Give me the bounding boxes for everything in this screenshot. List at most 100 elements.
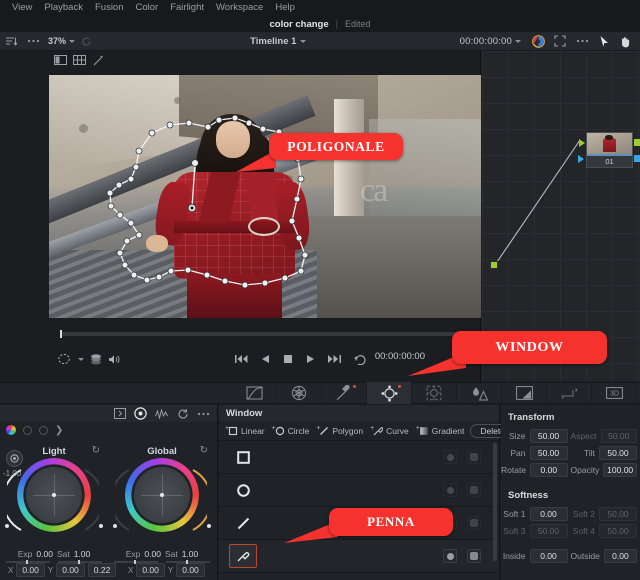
node-key-output-port[interactable] (634, 155, 640, 162)
global-sat-value[interactable]: 1.00 (182, 549, 199, 559)
light-x-value[interactable]: 0.00 (16, 563, 45, 577)
grid-view-icon[interactable] (71, 53, 88, 67)
toolbar-more-options-icon[interactable] (22, 32, 44, 51)
global-wheel-control[interactable] (113, 458, 211, 532)
chevron-right-icon[interactable]: ❯ (55, 425, 63, 436)
soft2-value[interactable]: 50.00 (599, 506, 637, 521)
window-list-scrollbar[interactable] (493, 443, 497, 561)
node-output-port[interactable] (634, 139, 640, 146)
split-screen-icon[interactable] (52, 53, 69, 67)
reset-grade-icon[interactable] (173, 406, 192, 421)
mask-enable-toggle[interactable] (467, 549, 481, 563)
light-wheel-control[interactable] (5, 458, 103, 532)
light-y-value[interactable]: 0.00 (56, 563, 85, 577)
menu-item-help[interactable]: Help (269, 0, 301, 16)
wheels-mode-icon[interactable] (6, 425, 16, 435)
menu-item-view[interactable]: View (6, 0, 38, 16)
inside-value[interactable]: 0.00 (529, 548, 568, 563)
reset-light-wheel-icon[interactable]: ↻ (92, 445, 100, 456)
scrubber-track[interactable] (60, 330, 470, 338)
tracker-tool-icon[interactable] (412, 382, 457, 404)
aspect-value[interactable]: 50.00 (600, 428, 637, 443)
light-exp-slider[interactable] (6, 560, 50, 564)
volume-icon[interactable] (108, 354, 121, 365)
global-exp-slider[interactable] (114, 560, 158, 564)
jump-to-start-button[interactable] (235, 354, 248, 364)
global-wheel-knob-right[interactable] (207, 524, 211, 528)
menu-item-workspace[interactable]: Workspace (210, 0, 269, 16)
add-gradient-window-button[interactable]: + Gradient (415, 425, 469, 437)
polygon-mask-overlay[interactable] (49, 75, 481, 318)
fullscreen-icon[interactable] (549, 32, 571, 51)
size-value[interactable]: 50.00 (529, 428, 568, 443)
stack-layers-icon[interactable] (90, 353, 102, 365)
global-sat-slider[interactable] (166, 560, 210, 564)
playhead-handle[interactable] (60, 330, 62, 338)
key-tool-icon[interactable] (502, 382, 547, 404)
opacity-value[interactable]: 100.00 (603, 462, 637, 477)
color-panel-more-icon[interactable] (194, 406, 213, 421)
toolbar-timecode[interactable]: 00:00:00:00 (460, 36, 512, 47)
tilt-value[interactable]: 50.00 (599, 445, 637, 460)
node-01[interactable]: 01 (586, 132, 633, 168)
sort-order-icon[interactable] (0, 32, 22, 51)
waveform-icon[interactable] (152, 406, 171, 421)
circle-icon[interactable] (229, 478, 257, 502)
viewer-mode-icon[interactable] (58, 353, 72, 365)
global-x-value[interactable]: 0.00 (136, 563, 165, 577)
global-y-value[interactable]: 0.00 (176, 563, 205, 577)
pen-icon[interactable] (229, 544, 257, 568)
square-icon[interactable] (229, 445, 257, 469)
reset-global-wheel-icon[interactable]: ↻ (200, 445, 208, 456)
primary-wheels-icon[interactable] (131, 406, 150, 421)
add-linear-window-button[interactable]: + Linear (224, 425, 269, 437)
zoom-level-dropdown[interactable]: 37% (48, 36, 76, 46)
rotate-value[interactable]: 0.00 (530, 462, 568, 477)
light-sat-slider[interactable] (58, 560, 102, 564)
add-polygon-window-button[interactable]: + Polygon (315, 425, 367, 437)
viewer-image[interactable]: ca (49, 75, 481, 318)
add-curve-window-button[interactable]: + Curve (369, 425, 413, 437)
loop-button[interactable] (354, 354, 367, 365)
window-row-linear[interactable] (219, 441, 499, 474)
timeline-selector[interactable]: Timeline 1 (97, 36, 460, 47)
window-row-circle[interactable] (219, 474, 499, 507)
soft1-value[interactable]: 0.00 (529, 506, 568, 521)
soft4-value[interactable]: 50.00 (599, 523, 637, 538)
color-warper-tool-icon[interactable] (277, 382, 322, 404)
menu-item-playback[interactable]: Playback (38, 0, 89, 16)
light-exp-value[interactable]: 0.00 (36, 549, 53, 559)
light-wheel-knob-left[interactable] (5, 524, 9, 528)
jump-to-end-button[interactable] (328, 354, 341, 364)
arrow-cursor-icon[interactable] (593, 32, 615, 51)
play-reverse-button[interactable] (261, 354, 270, 364)
magic-wand-icon[interactable] (90, 53, 107, 67)
color-wheel-icon[interactable] (527, 32, 549, 51)
invert-mask-toggle[interactable] (443, 549, 457, 563)
pan-value[interactable]: 50.00 (529, 445, 568, 460)
log-wheels-mode-icon[interactable] (39, 425, 48, 435)
menu-item-fairlight[interactable]: Fairlight (164, 0, 210, 16)
global-exp-value[interactable]: 0.00 (144, 549, 161, 559)
outside-value[interactable]: 0.00 (603, 548, 637, 563)
light-wheel-knob-right[interactable] (99, 524, 103, 528)
chevron-down-icon[interactable] (78, 357, 84, 361)
chevron-down-icon[interactable] (515, 39, 521, 43)
line-icon[interactable] (229, 511, 257, 535)
hand-tool-icon[interactable] (615, 32, 637, 51)
mask-enable-toggle[interactable] (467, 483, 481, 497)
stop-button[interactable] (283, 354, 293, 364)
add-circle-window-button[interactable]: + Circle (271, 425, 314, 437)
menu-item-fusion[interactable]: Fusion (89, 0, 130, 16)
stereo-3d-tool-icon[interactable]: 3D (592, 382, 637, 404)
sizing-tool-icon[interactable] (547, 382, 592, 404)
window-row-curve[interactable] (219, 540, 499, 573)
window-tool-icon[interactable] (367, 382, 412, 404)
menu-item-color[interactable]: Color (130, 0, 165, 16)
light-lift-button[interactable] (6, 450, 23, 467)
light-sat-value[interactable]: 1.00 (74, 549, 91, 559)
viewer-more-options-icon[interactable] (571, 32, 593, 51)
global-wheel-knob-left[interactable] (113, 524, 117, 528)
primaries-bars-mode-icon[interactable] (23, 425, 32, 435)
qualifier-tool-icon[interactable] (322, 382, 367, 404)
